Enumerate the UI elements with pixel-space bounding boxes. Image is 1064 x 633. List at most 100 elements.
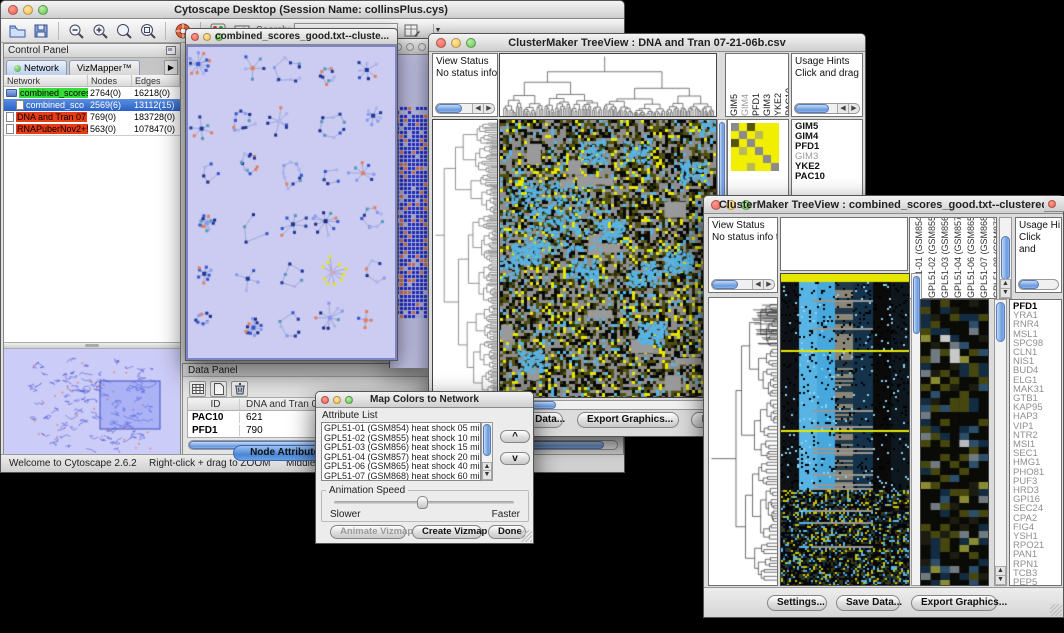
column-label[interactable]: PAC10 xyxy=(784,88,789,116)
animation-slider-thumb[interactable] xyxy=(417,496,428,509)
column-label[interactable]: GPL51-07 (GSM868) xyxy=(979,217,990,298)
main-titlebar[interactable]: Cytoscape Desktop (Session Name: collins… xyxy=(1,1,624,19)
scroll-thumb[interactable] xyxy=(436,104,462,113)
float-panel-icon[interactable] xyxy=(166,46,176,55)
scroll-thumb[interactable] xyxy=(1019,280,1039,289)
scroll-thumb[interactable] xyxy=(913,276,920,334)
move-down-button[interactable]: v xyxy=(500,452,530,465)
column-dendrogram-canvas[interactable] xyxy=(500,54,716,116)
scroll-down-arrow[interactable]: ▼ xyxy=(1000,288,1011,298)
zoom-selected-button[interactable] xyxy=(138,21,158,40)
minimize-button[interactable] xyxy=(451,38,461,48)
network-overview-canvas[interactable] xyxy=(4,349,178,453)
column-label[interactable]: GPL51-06 (GSM865) xyxy=(966,217,977,298)
scroll-left-arrow[interactable]: ◀ xyxy=(752,280,763,289)
minimize-button[interactable] xyxy=(203,33,211,41)
row-dendrogram-canvas[interactable] xyxy=(709,298,777,585)
treeview1-titlebar[interactable]: ClusterMaker TreeView : DNA and Tran 07-… xyxy=(429,34,865,52)
column-label[interactable]: GPL51-02 (GSM855) xyxy=(927,217,938,298)
close-button[interactable] xyxy=(8,5,18,15)
column-label[interactable]: GPL51-04 (GSM857) xyxy=(953,217,964,298)
zoom-button[interactable] xyxy=(466,38,476,48)
scroll-thumb[interactable] xyxy=(996,302,1005,342)
column-label[interactable]: GIM3 xyxy=(762,94,773,116)
scroll-left-arrow[interactable]: ◀ xyxy=(472,104,483,113)
tab-network[interactable]: Network xyxy=(6,60,67,75)
save-session-button[interactable] xyxy=(31,21,51,40)
scroll-right-arrow[interactable]: ▶ xyxy=(483,104,494,113)
zoom-out-button[interactable] xyxy=(66,21,86,40)
row-dendrogram-canvas[interactable] xyxy=(433,120,497,397)
save-data-button[interactable]: Save Data... xyxy=(836,595,900,611)
scroll-thumb[interactable] xyxy=(483,424,491,456)
tab-vizmapper[interactable]: VizMapper™ xyxy=(69,60,140,75)
panel-split-handle[interactable] xyxy=(4,342,180,349)
resize-grip[interactable] xyxy=(1050,604,1062,616)
close-button[interactable] xyxy=(191,33,199,41)
col-edges[interactable]: Edges xyxy=(132,75,180,86)
view-status-scrollbar[interactable]: ◀▶ xyxy=(711,279,775,290)
close-button[interactable] xyxy=(321,396,329,404)
column-label[interactable]: YKE2 xyxy=(773,93,784,116)
settings-button[interactable]: Settings... xyxy=(767,595,827,611)
zoom-in-button[interactable] xyxy=(90,21,110,40)
delete-attribute-button[interactable] xyxy=(231,381,248,397)
treeview2-titlebar[interactable]: ClusterMaker TreeView : combined_scores_… xyxy=(704,196,1063,214)
column-label[interactable]: PFD1 xyxy=(751,93,762,116)
new-attribute-button[interactable] xyxy=(210,381,227,397)
row-label[interactable]: PAC10 xyxy=(795,172,862,182)
export-graphics-button[interactable]: Export Graphics... xyxy=(911,595,997,611)
attribute-list-scrollbar[interactable]: ▲ ▼ xyxy=(481,422,493,481)
scroll-thumb[interactable] xyxy=(712,280,738,289)
zoom-button[interactable] xyxy=(38,5,48,15)
scroll-left-arrow[interactable]: ◀ xyxy=(837,104,848,113)
network-row[interactable]: combined_scores 2764(0) 16218(0) xyxy=(4,87,180,99)
column-label[interactable]: GIM4 xyxy=(740,94,751,116)
tv2-summary-canvas[interactable] xyxy=(921,300,988,585)
minimize-button[interactable] xyxy=(406,43,414,51)
scroll-thumb[interactable] xyxy=(795,104,829,113)
animate-vizmap-button[interactable]: Animate Vizmap xyxy=(330,525,406,539)
tv1-export-graphics-button[interactable]: Export Graphics... xyxy=(577,412,679,428)
usage-hints-scrollbar[interactable]: ◀▶ xyxy=(794,103,860,114)
tv1-heatmap-canvas[interactable] xyxy=(500,120,716,397)
resize-grip[interactable] xyxy=(520,530,532,542)
scroll-right-arrow[interactable]: ▶ xyxy=(848,104,859,113)
gene-label[interactable]: PEP5 xyxy=(1013,578,1061,586)
scroll-right-arrow[interactable]: ▶ xyxy=(763,280,774,289)
column-label[interactable]: GPL51-08 (GSM872) xyxy=(992,217,997,298)
minimize-button[interactable] xyxy=(23,5,33,15)
zoom-fit-button[interactable] xyxy=(114,21,134,40)
column-label[interactable]: GIM5 xyxy=(729,94,740,116)
view-status-scrollbar[interactable]: ◀▶ xyxy=(435,103,495,114)
tv2-labels-vscrollbar[interactable]: ▲ ▼ xyxy=(999,217,1012,299)
zoom-button[interactable] xyxy=(418,43,426,51)
tv2-heatmap-canvas[interactable] xyxy=(781,274,909,585)
scroll-down-arrow[interactable]: ▼ xyxy=(995,575,1006,585)
tab-overflow-button[interactable]: ▶ xyxy=(164,60,178,75)
col-network[interactable]: Network xyxy=(4,75,88,86)
network-view-titlebar[interactable]: combined_scores_good.txt--cluste... xyxy=(186,29,397,45)
attribute-list-item[interactable]: GPL51-07 (GSM868) heat shock 60 min xyxy=(324,472,480,482)
scroll-down-arrow[interactable]: ▼ xyxy=(482,470,492,480)
tv1-summary-canvas[interactable] xyxy=(731,123,779,171)
dialog-titlebar[interactable]: Map Colors to Network xyxy=(316,392,533,408)
network-view-canvas[interactable] xyxy=(188,47,395,358)
network-overview[interactable] xyxy=(4,349,180,455)
create-vizmap-button[interactable]: Create Vizmap xyxy=(412,525,482,539)
open-session-button[interactable] xyxy=(7,21,27,40)
usage-hints-scrollbar[interactable] xyxy=(1018,279,1059,290)
col-nodes[interactable]: Nodes xyxy=(88,75,132,86)
zoom-button[interactable] xyxy=(345,396,353,404)
minimize-button[interactable] xyxy=(333,396,341,404)
move-up-button[interactable]: ^ xyxy=(500,430,530,443)
network-row-selected[interactable]: combined_sco 2569(6) 13112(15) xyxy=(4,99,180,111)
network-row[interactable]: RNAPuberNov2+! 563(0) 107847(0) xyxy=(4,123,180,135)
attribute-select-button[interactable] xyxy=(189,381,206,397)
col-id[interactable]: ID xyxy=(188,399,240,410)
gene-list-vscrollbar[interactable]: ▲ ▼ xyxy=(994,299,1007,586)
network-row[interactable]: DNA and Tran 07 769(0) 183728(0) xyxy=(4,111,180,123)
column-label[interactable]: GPL51-03 (GSM856) xyxy=(940,217,951,298)
scroll-thumb[interactable] xyxy=(1001,236,1010,280)
background-window-close-light[interactable] xyxy=(1048,200,1056,208)
